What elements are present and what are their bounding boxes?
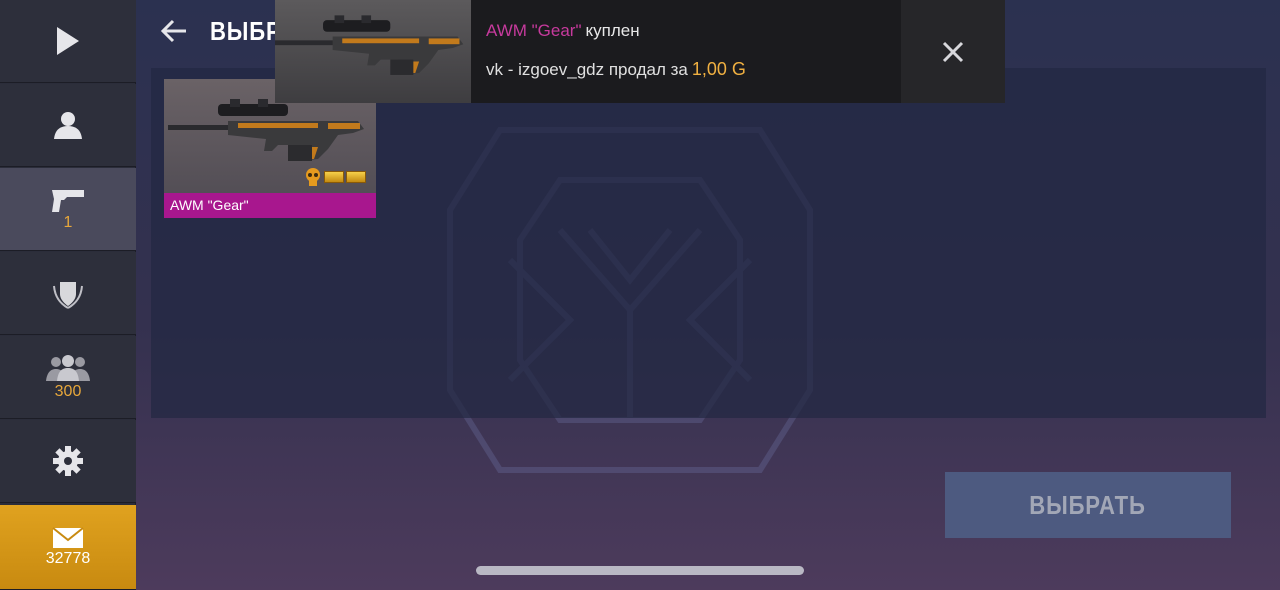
shield-icon	[53, 282, 83, 309]
notification-detail: vk - izgoev_gdz продал за 1,00 G	[486, 59, 746, 80]
select-button-label: ВЫБРАТЬ	[1029, 489, 1147, 520]
home-indicator[interactable]	[476, 566, 804, 575]
rifle-icon	[168, 99, 364, 161]
rifle-icon	[275, 15, 464, 75]
back-arrow-icon[interactable]	[160, 18, 188, 44]
skull-badge-icon	[306, 168, 320, 186]
sidebar: 1 300 32778	[0, 0, 136, 590]
notification-item-name: AWM "Gear"	[486, 21, 582, 40]
sidebar-item-play[interactable]	[0, 0, 136, 83]
sidebar-item-mail[interactable]: 32778	[0, 505, 136, 590]
notification-title: AWM "Gear" куплен	[486, 21, 640, 41]
inventory-count: 1	[63, 214, 73, 231]
play-icon	[57, 27, 79, 55]
group-icon	[46, 355, 90, 381]
select-button[interactable]: ВЫБРАТЬ	[945, 472, 1231, 538]
pistol-icon	[52, 190, 84, 212]
sidebar-item-settings[interactable]	[0, 420, 136, 503]
notification-close-button[interactable]	[901, 0, 1005, 103]
notification-price: 1,00 G	[691, 59, 746, 79]
sidebar-item-friends[interactable]: 300	[0, 336, 136, 419]
mail-count: 32778	[45, 550, 91, 567]
gold-badge-icon	[346, 171, 366, 183]
gear-icon	[53, 446, 83, 476]
sidebar-item-profile[interactable]	[0, 84, 136, 167]
item-badges	[304, 166, 366, 188]
envelope-icon	[52, 527, 84, 548]
sidebar-item-inventory[interactable]: 1	[0, 168, 136, 251]
item-name: AWM "Gear"	[164, 193, 376, 218]
purchase-notification: AWM "Gear" куплен vk - izgoev_gdz продал …	[275, 0, 1005, 103]
notification-seller-text: vk - izgoev_gdz продал за	[486, 60, 688, 79]
gold-badge-icon	[324, 171, 344, 183]
notification-verb: куплен	[585, 21, 640, 40]
user-icon	[54, 112, 82, 139]
friends-count: 300	[54, 383, 82, 400]
sidebar-item-clan[interactable]	[0, 252, 136, 335]
close-icon	[942, 41, 964, 62]
notification-item-image	[275, 0, 471, 103]
